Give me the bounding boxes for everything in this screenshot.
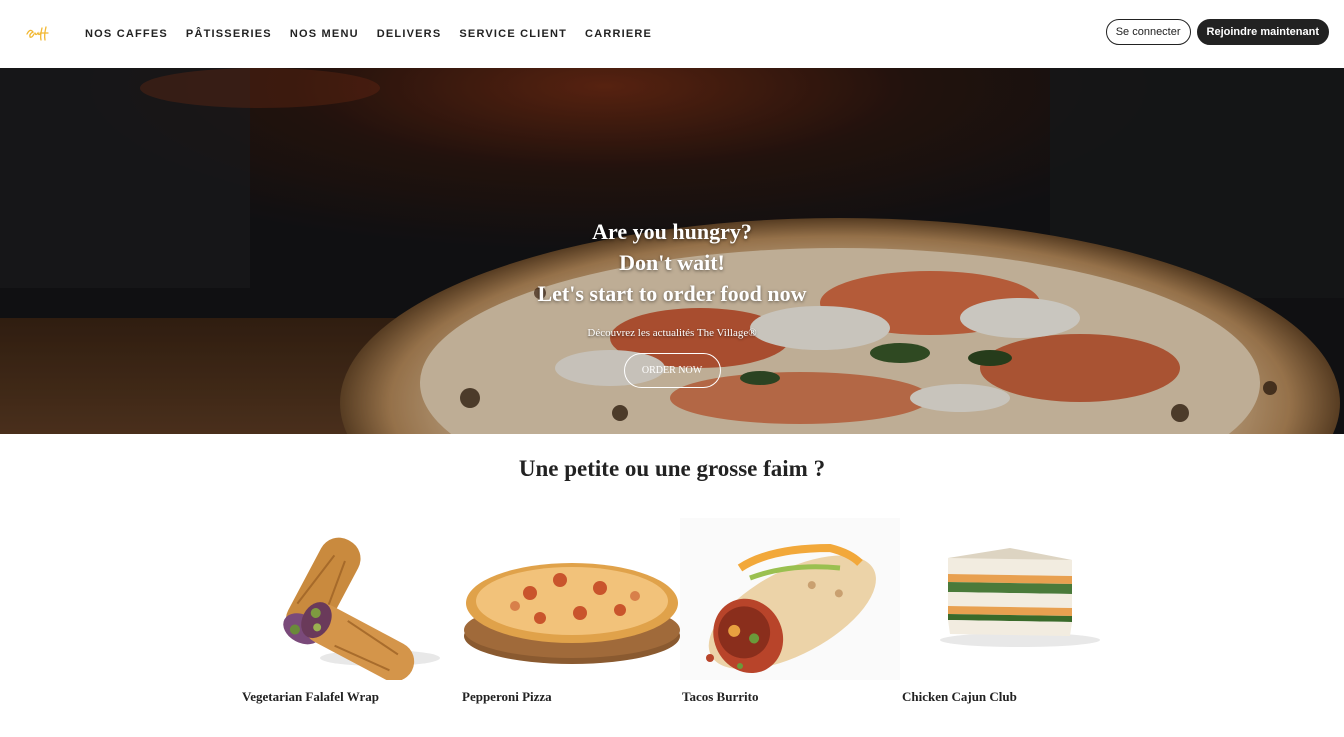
hero-content: Are you hungry? Don't wait! Let's start … [0, 216, 1344, 388]
nav-item-delivers[interactable]: DELIVERS [377, 28, 442, 40]
hero-headline-2: Don't wait! [619, 250, 725, 275]
pepperoni-pizza-image [464, 563, 680, 664]
join-button[interactable]: Rejoindre maintenant [1196, 19, 1329, 45]
product-card-chicken-cajun-club[interactable]: Chicken Cajun Club [900, 518, 1120, 708]
product-name: Pepperoni Pizza [462, 689, 552, 704]
nav-item-carriere[interactable]: CARRIERE [585, 28, 652, 40]
order-now-button[interactable]: ORDER NOW [623, 353, 721, 388]
product-name: Chicken Cajun Club [902, 689, 1017, 704]
hero-banner: Are you hungry? Don't wait! Let's start … [0, 68, 1344, 434]
chicken-cajun-club-image [940, 548, 1100, 647]
hero-subtitle: Découvrez les actualités The Village® [587, 327, 757, 339]
nav-item-nos-menu[interactable]: NOS MENU [290, 28, 359, 40]
tacos-burrito-image [680, 518, 900, 680]
product-card-falafel-wrap[interactable]: Vegetarian Falafel Wrap [240, 518, 460, 708]
nav-item-nos-caffes[interactable]: NOS CAFFES [85, 28, 168, 40]
site-header: NOS CAFFES PÂTISSERIES NOS MENU DELIVERS… [0, 0, 1344, 68]
nav-item-service-client[interactable]: SERVICE CLIENT [459, 28, 567, 40]
product-name: Vegetarian Falafel Wrap [242, 689, 379, 704]
product-name: Tacos Burrito [682, 689, 759, 704]
falafel-wrap-image [283, 537, 440, 680]
nav-item-patisseries[interactable]: PÂTISSERIES [186, 28, 272, 40]
section-title: Une petite ou une grosse faim ? [518, 456, 826, 481]
hero-headline-1: Are you hungry? [592, 219, 752, 244]
product-list: Vegetarian Falafel Wrap Pepperoni Pizza [240, 518, 1120, 718]
auth-buttons: Se connecter Rejoindre maintenant [1105, 19, 1329, 45]
product-card-tacos-burrito[interactable]: Tacos Burrito [680, 518, 900, 708]
login-button[interactable]: Se connecter [1105, 19, 1191, 45]
logo-icon[interactable] [24, 22, 54, 42]
product-card-pepperoni-pizza[interactable]: Pepperoni Pizza [460, 518, 680, 708]
main-nav: NOS CAFFES PÂTISSERIES NOS MENU DELIVERS… [85, 0, 652, 68]
hero-headline-3: Let's start to order food now [537, 281, 807, 306]
